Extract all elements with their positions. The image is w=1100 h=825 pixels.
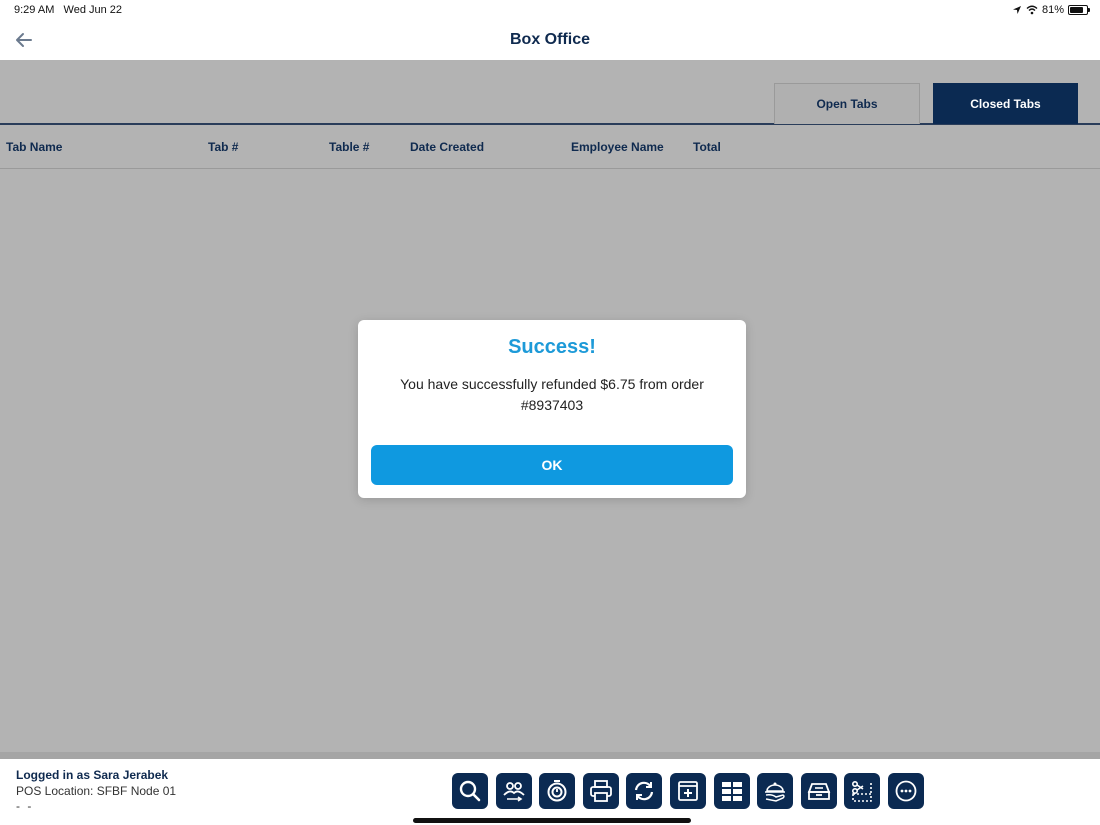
status-bar: 9:29 AM Wed Jun 22 81% xyxy=(0,0,1100,20)
timer-button[interactable] xyxy=(539,773,576,809)
success-dialog: Success! You have successfully refunded … xyxy=(358,320,746,498)
footer-extra: - - xyxy=(16,799,34,813)
refresh-button[interactable] xyxy=(626,773,663,809)
print-button[interactable] xyxy=(582,773,619,809)
home-indicator[interactable] xyxy=(413,818,691,823)
food-service-button[interactable] xyxy=(757,773,794,809)
battery-percent: 81% xyxy=(1041,4,1064,16)
ok-button[interactable]: OK xyxy=(371,445,733,485)
tabs-row: Open Tabs Closed Tabs xyxy=(0,60,1100,125)
grid-button[interactable] xyxy=(713,773,750,809)
more-button[interactable] xyxy=(887,773,924,809)
column-header-total[interactable]: Total xyxy=(693,140,721,154)
column-header-tab-name[interactable]: Tab Name xyxy=(6,140,62,154)
location-icon xyxy=(1012,6,1021,14)
footer-divider xyxy=(0,752,1100,759)
print-icon xyxy=(589,780,612,802)
refresh-icon xyxy=(635,781,654,801)
add-tab-button[interactable] xyxy=(669,773,706,809)
column-header-employee-name[interactable]: Employee Name xyxy=(571,140,664,154)
column-header-tab-number[interactable]: Tab # xyxy=(208,140,238,154)
header: Box Office xyxy=(0,20,1100,60)
status-time: 9:29 AM Wed Jun 22 xyxy=(14,4,123,16)
table-header: Tab Name Tab # Table # Date Created Empl… xyxy=(0,126,1100,169)
wifi-icon xyxy=(1026,5,1038,15)
tab-closed-tabs[interactable]: Closed Tabs xyxy=(933,83,1078,124)
food-service-icon xyxy=(765,782,786,802)
dialog-title: Success! xyxy=(508,336,596,358)
timer-icon xyxy=(547,780,567,802)
search-icon xyxy=(459,780,481,802)
grid-icon xyxy=(721,782,742,801)
cash-drawer-button[interactable] xyxy=(800,773,837,809)
dialog-message: You have successfully refunded $6.75 fro… xyxy=(400,376,704,413)
tab-open-tabs[interactable]: Open Tabs xyxy=(774,83,920,124)
toolbar xyxy=(452,773,924,809)
column-header-table-number[interactable]: Table # xyxy=(329,140,369,154)
cut-ticket-icon xyxy=(852,780,873,802)
pos-location: POS Location: SFBF Node 01 xyxy=(16,784,177,798)
page-title: Box Office xyxy=(509,31,590,48)
more-icon xyxy=(895,780,917,802)
customers-button[interactable] xyxy=(495,773,532,809)
add-tab-icon xyxy=(678,781,698,801)
cut-ticket-button[interactable] xyxy=(844,773,881,809)
search-button[interactable] xyxy=(452,773,488,809)
battery-icon xyxy=(1068,5,1090,15)
customers-icon xyxy=(502,782,525,802)
status-right: 81% xyxy=(1012,4,1090,16)
column-header-date-created[interactable]: Date Created xyxy=(410,140,484,154)
logged-in-user: Logged in as Sara Jerabek xyxy=(16,768,169,782)
cash-drawer-icon xyxy=(807,783,831,800)
footer: Logged in as Sara Jerabek POS Location: … xyxy=(0,759,1100,825)
